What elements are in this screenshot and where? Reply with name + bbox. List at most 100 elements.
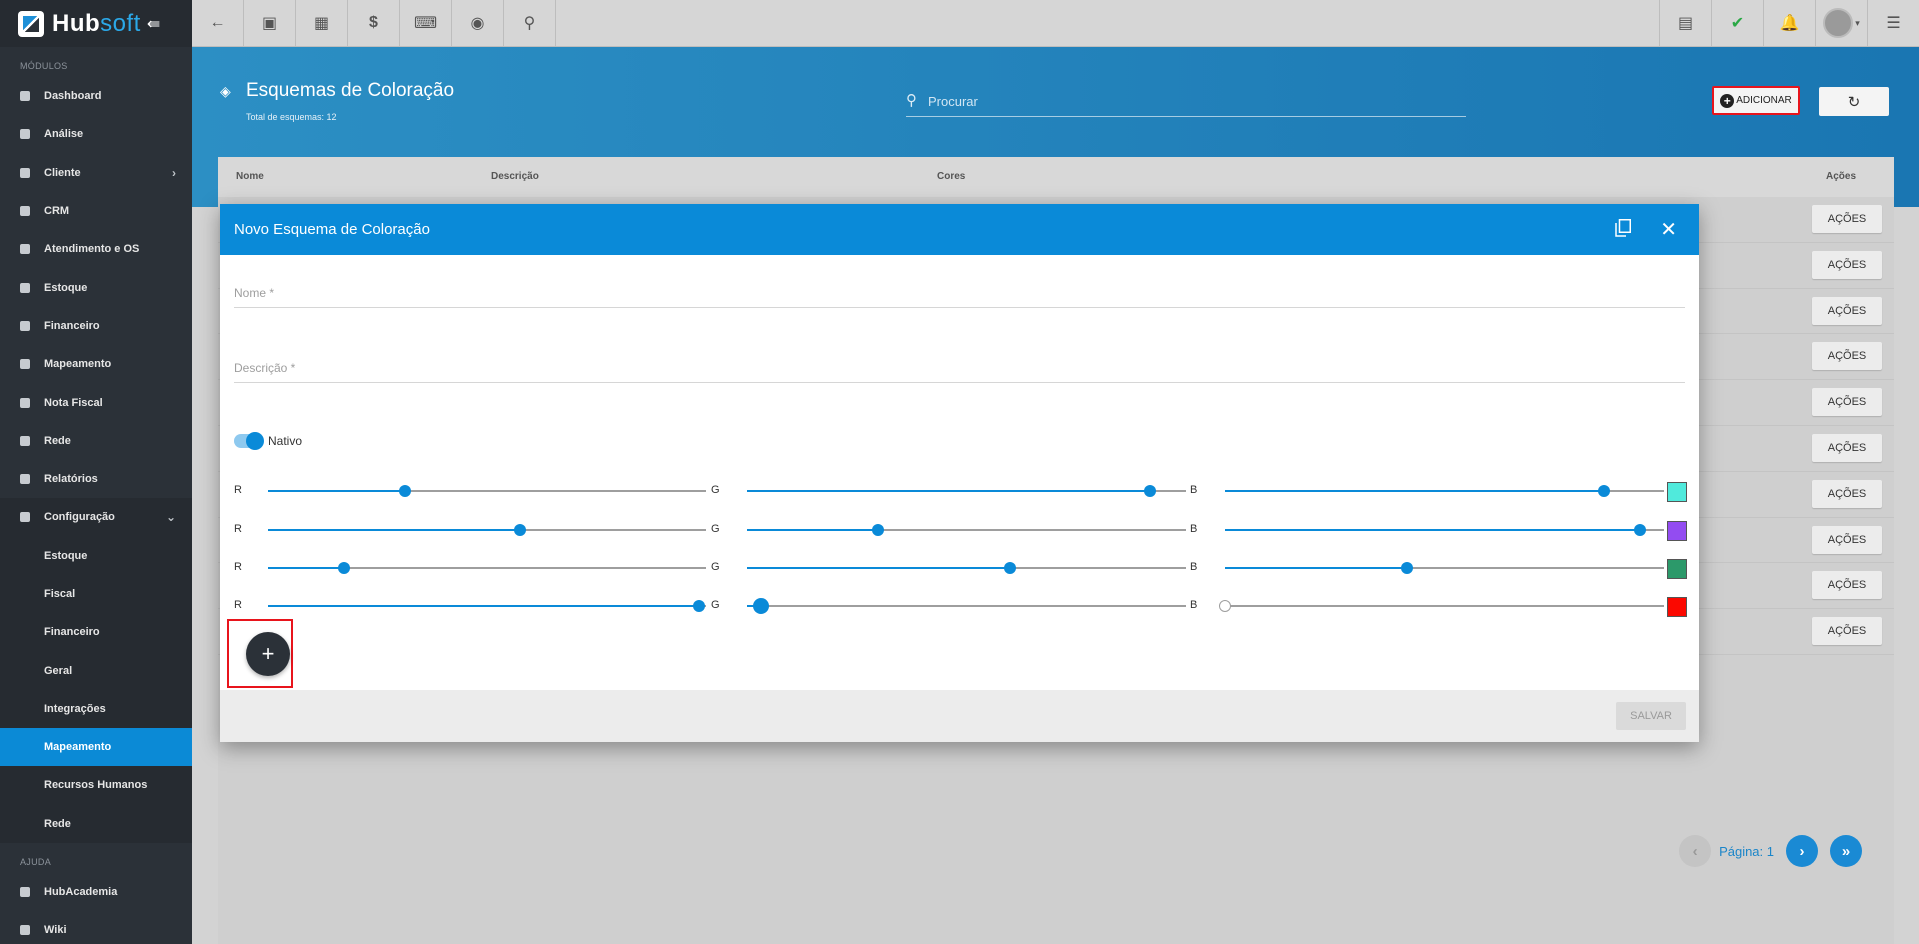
sidebar-item[interactable]: Dashboard xyxy=(0,77,192,115)
sidebar-item[interactable]: Mapeamento xyxy=(0,345,192,383)
slider-thumb[interactable] xyxy=(337,562,350,574)
sidebar-subitem[interactable]: Financeiro xyxy=(0,613,192,652)
blue-slider[interactable] xyxy=(1219,600,1664,612)
sidebar-subitem[interactable]: Recursos Humanos xyxy=(0,766,192,805)
blue-slider[interactable] xyxy=(1225,562,1664,574)
slider-thumb[interactable] xyxy=(871,524,884,536)
red-slider[interactable] xyxy=(268,600,706,612)
green-slider[interactable] xyxy=(747,562,1186,574)
green-slider[interactable] xyxy=(747,524,1186,536)
slider-thumb[interactable] xyxy=(1401,562,1414,574)
add-color-button[interactable]: + xyxy=(246,632,290,676)
actions-button[interactable]: AÇÕES xyxy=(1812,617,1882,646)
back-arrow-icon[interactable]: ← xyxy=(192,0,244,46)
sidebar-item[interactable]: Configuração ⌄ xyxy=(0,498,192,537)
blue-slider[interactable] xyxy=(1225,524,1664,536)
alarm-bell-icon[interactable]: 🔔 xyxy=(1763,0,1815,46)
name-field[interactable]: Nome * xyxy=(234,286,1685,308)
sidebar-subitem[interactable]: Estoque xyxy=(0,536,192,575)
sidebar-item[interactable]: Financeiro xyxy=(0,307,192,345)
user-avatar[interactable]: ▾ xyxy=(1815,0,1867,46)
add-button[interactable]: + ADICIONAR xyxy=(1712,86,1800,115)
sidebar-item[interactable]: Nota Fiscal xyxy=(0,383,192,421)
sidebar-item[interactable]: Relatórios xyxy=(0,460,192,498)
sidebar-item[interactable]: CRM xyxy=(0,192,192,230)
red-slider[interactable] xyxy=(268,524,706,536)
calendar-clock-icon[interactable]: ▦ xyxy=(296,0,348,46)
sidebar-subitem[interactable]: Rede xyxy=(0,804,192,843)
crm-board-icon xyxy=(20,206,30,217)
green-slider[interactable] xyxy=(747,598,1186,614)
sidebar-item[interactable]: Estoque xyxy=(0,268,192,306)
last-page-button[interactable]: » xyxy=(1830,835,1862,867)
actions-button[interactable]: AÇÕES xyxy=(1812,296,1882,325)
channel-label: B xyxy=(1190,484,1198,496)
close-icon[interactable]: ✕ xyxy=(1660,217,1677,242)
collapse-menu-icon[interactable]: ⇚ xyxy=(147,14,160,34)
map-pin-icon xyxy=(20,359,30,370)
description-placeholder: Descrição * xyxy=(234,361,296,375)
save-button[interactable]: SALVAR xyxy=(1616,702,1686,730)
description-field[interactable]: Descrição * xyxy=(234,361,1685,383)
report-icon xyxy=(20,474,30,485)
sidebar-help-item[interactable]: HubAcademia xyxy=(0,873,192,911)
sidebar-subitem[interactable]: Mapeamento xyxy=(0,728,192,767)
sidebar-item[interactable]: Rede xyxy=(0,422,192,460)
sidebar-item[interactable]: Cliente › xyxy=(0,154,192,192)
slider-thumb[interactable] xyxy=(1597,485,1610,497)
paint-bucket-icon: ◈ xyxy=(220,83,231,99)
search-icon: ⚲ xyxy=(906,92,917,109)
channel-label: R xyxy=(234,523,242,535)
next-page-button[interactable]: › xyxy=(1786,835,1818,867)
blue-slider[interactable] xyxy=(1225,485,1664,497)
play-icon xyxy=(20,887,30,898)
slider-thumb[interactable] xyxy=(1004,562,1017,574)
name-placeholder: Nome * xyxy=(234,286,275,300)
sidebar-subitem[interactable]: Fiscal xyxy=(0,574,192,614)
col-descricao[interactable]: Descrição xyxy=(491,171,539,182)
dollar-icon[interactable]: $ xyxy=(348,0,400,46)
slider-thumb[interactable] xyxy=(1219,600,1231,612)
sidebar-item-label: Cliente xyxy=(44,166,81,179)
slider-thumb[interactable] xyxy=(514,524,527,536)
gear-icon xyxy=(20,512,30,523)
slider-thumb[interactable] xyxy=(1143,485,1156,497)
pdf-icon[interactable]: ▤ xyxy=(1659,0,1711,46)
actions-button[interactable]: AÇÕES xyxy=(1812,525,1882,554)
list-menu-icon[interactable]: ☰ xyxy=(1867,0,1919,46)
check-badge-icon[interactable]: ✔ xyxy=(1711,0,1763,46)
actions-button[interactable]: AÇÕES xyxy=(1812,571,1882,600)
contact-card-icon[interactable]: ▣ xyxy=(244,0,296,46)
native-toggle[interactable] xyxy=(234,432,264,450)
search-icon[interactable]: ⚲ xyxy=(504,0,556,46)
color-row: RGB xyxy=(220,481,1699,502)
prev-page-button[interactable]: ‹ xyxy=(1679,835,1712,867)
slider-thumb[interactable] xyxy=(752,598,769,614)
channel-label: B xyxy=(1190,599,1198,611)
search-input[interactable] xyxy=(928,87,1448,115)
actions-button[interactable]: AÇÕES xyxy=(1812,342,1882,371)
terminal-icon[interactable]: ⌨ xyxy=(400,0,452,46)
actions-button[interactable]: AÇÕES xyxy=(1812,205,1882,233)
sidebar-item[interactable]: Atendimento e OS xyxy=(0,230,192,268)
copy-icon[interactable] xyxy=(1615,219,1631,237)
red-slider[interactable] xyxy=(268,485,706,497)
sidebar-help-item[interactable]: Wiki xyxy=(0,911,192,944)
refresh-button[interactable]: ↻ xyxy=(1819,87,1889,116)
brand[interactable]: Hubsoft ⇚ xyxy=(0,0,192,47)
slider-thumb[interactable] xyxy=(399,485,412,497)
slider-thumb[interactable] xyxy=(693,600,706,612)
actions-button[interactable]: AÇÕES xyxy=(1812,250,1882,279)
eye-icon[interactable]: ◉ xyxy=(452,0,504,46)
sidebar-subitem[interactable]: Geral xyxy=(0,651,192,690)
red-slider[interactable] xyxy=(268,562,706,574)
col-nome[interactable]: Nome xyxy=(236,171,264,182)
actions-button[interactable]: AÇÕES xyxy=(1812,479,1882,508)
actions-button[interactable]: AÇÕES xyxy=(1812,388,1882,417)
green-slider[interactable] xyxy=(747,485,1186,497)
sidebar-subitem[interactable]: Integrações xyxy=(0,689,192,729)
slider-thumb[interactable] xyxy=(1633,524,1646,536)
section-label-help: AJUDA xyxy=(20,856,52,867)
actions-button[interactable]: AÇÕES xyxy=(1812,433,1882,462)
sidebar-item[interactable]: Análise xyxy=(0,115,192,153)
